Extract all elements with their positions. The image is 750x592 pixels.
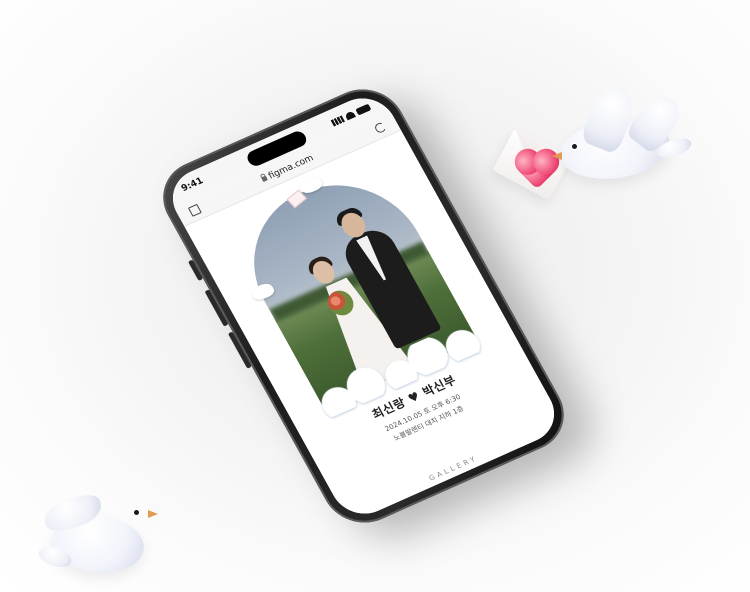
wifi-icon bbox=[344, 110, 356, 120]
status-time: 9:41 bbox=[179, 176, 206, 195]
dove-eye bbox=[134, 510, 139, 515]
signal-icon bbox=[330, 114, 345, 127]
dove-icon bbox=[36, 492, 160, 578]
reload-icon[interactable] bbox=[373, 120, 388, 134]
lock-icon bbox=[260, 175, 268, 183]
dove-beak bbox=[552, 152, 562, 160]
tabs-icon[interactable] bbox=[187, 203, 202, 217]
dove-eye bbox=[572, 144, 577, 149]
mockup-stage: 9:41 figma.com 최신랑 ♥ 박신부 2024.10.05 토 오후… bbox=[0, 0, 750, 592]
dove-beak bbox=[148, 510, 158, 518]
dove-icon bbox=[552, 80, 694, 192]
battery-icon bbox=[355, 103, 372, 116]
